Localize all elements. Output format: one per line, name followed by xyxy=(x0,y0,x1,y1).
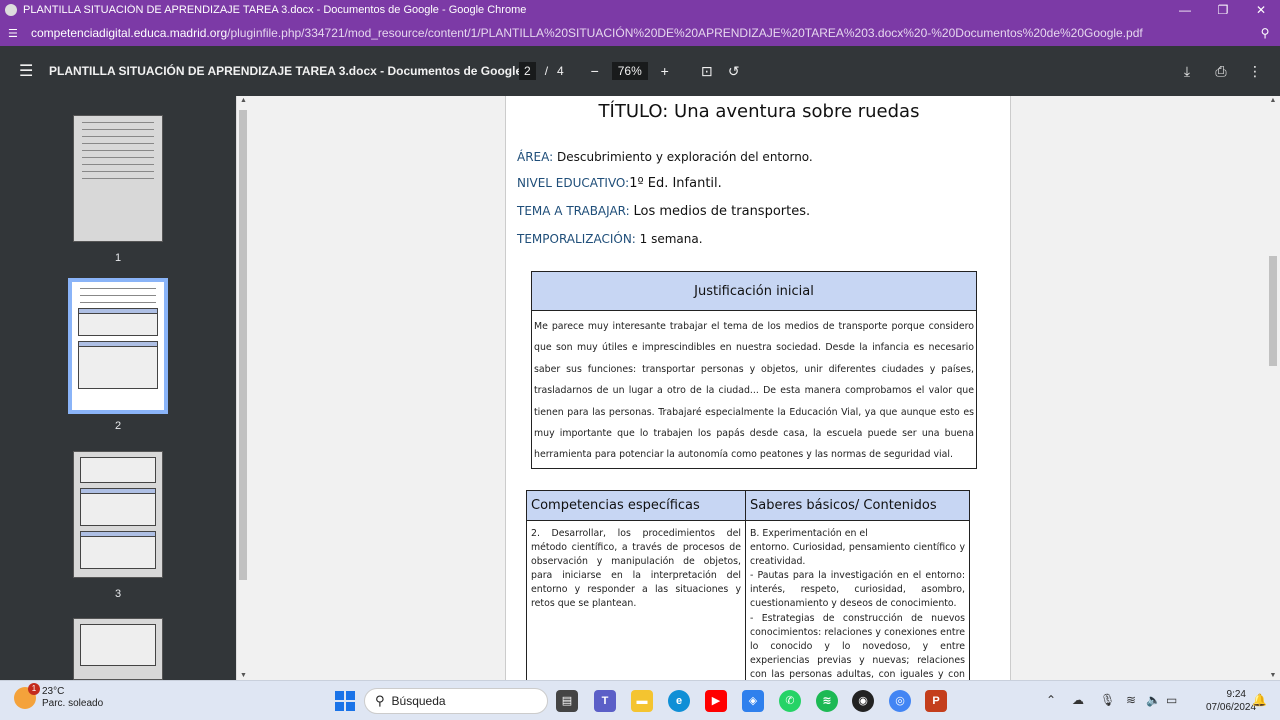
battery-icon[interactable]: ▭ xyxy=(1166,693,1177,707)
url-path: /pluginfile.php/334721/mod_resource/cont… xyxy=(227,26,1143,40)
onedrive-icon[interactable]: ☁ xyxy=(1072,693,1084,707)
thumbnail-label: 2 xyxy=(114,420,122,432)
contents-line: entorno. Curiosidad, pensamiento científ… xyxy=(750,542,965,568)
time: 9:24 xyxy=(1226,689,1246,700)
thumbnail-label: 1 xyxy=(114,252,122,264)
notification-bell-icon[interactable]: 🔔 xyxy=(1252,693,1267,707)
folder-icon[interactable]: ▬ xyxy=(631,690,653,712)
sidebar-scrollbar[interactable]: ▲ ▼ xyxy=(236,96,249,680)
address-bar[interactable]: ☰ competenciadigital.educa.madrid.org/pl… xyxy=(0,20,1280,46)
viewer-scrollbar[interactable]: ▲ ▼ xyxy=(1266,96,1280,680)
download-icon[interactable]: ⤓ xyxy=(1170,63,1204,80)
field-level: NIVEL EDUCATIVO:1º Ed. Infantil. xyxy=(517,176,722,191)
competency-text: 2. Desarrollar, los procedimientos del m… xyxy=(527,521,746,680)
taskbar: 1 23°C Parc. soleado ⚲ Búsqueda ▤ T ▬ e … xyxy=(0,680,1280,720)
pdf-viewer: TÍTULO: Una aventura sobre ruedas ÁREA: … xyxy=(249,96,1266,680)
weather-widget[interactable]: 1 23°C Parc. soleado xyxy=(14,683,104,710)
contents-line: B. Experimentación en el xyxy=(750,528,868,539)
total-pages: 4 xyxy=(557,64,564,78)
taskbar-search[interactable]: ⚲ Búsqueda xyxy=(364,688,548,714)
microphone-icon[interactable]: 🎙 xyxy=(1100,693,1115,707)
maximize-button[interactable]: ❐ xyxy=(1204,3,1242,17)
field-area: ÁREA: Descubrimiento y exploración del e… xyxy=(517,150,813,164)
fit-page-icon[interactable]: ⊡ xyxy=(690,63,724,80)
temperature: 23°C xyxy=(42,686,65,697)
zoom-in-icon[interactable]: + xyxy=(648,63,682,79)
teams-icon[interactable]: T xyxy=(594,690,616,712)
wifi-icon[interactable]: ≋ xyxy=(1126,693,1136,707)
search-icon: ⚲ xyxy=(375,693,385,708)
url-host: competenciadigital.educa.madrid.org xyxy=(31,26,228,40)
search-placeholder: Búsqueda xyxy=(391,694,446,708)
thumbnail-page-3[interactable] xyxy=(73,451,163,578)
thumbnail-page-1[interactable] xyxy=(73,115,163,242)
weather-icon: 1 xyxy=(14,683,40,709)
more-icon[interactable]: ⋮ xyxy=(1238,63,1272,80)
pdf-toolbar: ☰ PLANTILLA SITUACIÓN DE APRENDIZAJE TAR… xyxy=(0,46,1280,96)
sidebar-scroll-thumb[interactable] xyxy=(239,110,247,580)
defender-icon[interactable]: ◈ xyxy=(742,690,764,712)
whatsapp-icon[interactable]: ✆ xyxy=(779,690,801,712)
field-timing: TEMPORALIZACIÓN: 1 semana. xyxy=(517,232,703,246)
zoom-out-icon[interactable]: − xyxy=(578,63,612,79)
weather-badge: 1 xyxy=(28,683,40,695)
spotify-icon[interactable]: ≋ xyxy=(816,690,838,712)
date: 07/06/2024 xyxy=(1206,702,1257,713)
competencies-table: Competencias específicas Saberes básicos… xyxy=(526,490,970,680)
chrome-icon[interactable]: ◎ xyxy=(889,690,911,712)
zoom-input[interactable]: 76% xyxy=(611,62,648,80)
site-info-icon[interactable]: ☰ xyxy=(8,27,22,40)
thumbnail-label: 3 xyxy=(114,588,122,600)
minimize-button[interactable]: — xyxy=(1166,3,1204,17)
obs-icon[interactable]: ◉ xyxy=(852,690,874,712)
contents-line: - Pautas para la investigación en el ent… xyxy=(750,570,965,610)
table-row: 2. Desarrollar, los procedimientos del m… xyxy=(527,521,969,680)
chevron-up-icon[interactable]: ⌃ xyxy=(1046,693,1056,707)
scroll-up-icon[interactable]: ▲ xyxy=(1266,97,1280,104)
pdf-page: TÍTULO: Una aventura sobre ruedas ÁREA: … xyxy=(505,96,1011,680)
edge-icon[interactable]: e xyxy=(668,690,690,712)
window-titlebar: PLANTILLA SITUACIÓN DE APRENDIZAJE TAREA… xyxy=(0,0,1280,20)
file-explorer-icon[interactable]: ▤ xyxy=(556,690,578,712)
close-button[interactable]: ✕ xyxy=(1242,3,1280,17)
rotate-icon[interactable]: ↺ xyxy=(724,63,744,80)
youtube-icon[interactable]: ▶ xyxy=(705,690,727,712)
page-number-input[interactable]: 2 xyxy=(519,62,536,80)
clock[interactable]: 9:24 07/06/2024 xyxy=(1206,688,1257,714)
weather-description: Parc. soleado xyxy=(42,698,104,709)
field-topic: TEMA A TRABAJAR: Los medios de transport… xyxy=(517,204,811,219)
start-icon[interactable] xyxy=(335,691,355,711)
thumbnail-page-2[interactable] xyxy=(68,278,168,414)
page-separator: / xyxy=(544,64,549,78)
powerpoint-icon[interactable]: P xyxy=(925,690,947,712)
contents-line: - Estrategias de construcción de nuevos … xyxy=(750,612,965,680)
table-header-row: Competencias específicas Saberes básicos… xyxy=(527,491,969,521)
thumbnail-page-4[interactable] xyxy=(73,618,163,680)
thumbnail-sidebar: 1 2 3 xyxy=(0,96,236,680)
chrome-favicon-icon xyxy=(5,4,17,16)
zoom-icon[interactable]: ⚲ xyxy=(1250,26,1280,40)
print-icon[interactable]: ⎙ xyxy=(1204,63,1238,80)
scroll-down-icon[interactable]: ▼ xyxy=(1266,672,1280,679)
volume-icon[interactable]: 🔈 xyxy=(1146,693,1161,707)
page-title: TÍTULO: Una aventura sobre ruedas xyxy=(598,101,920,122)
justification-table: Justificación inicial Me parece muy inte… xyxy=(531,271,977,469)
competencies-header: Competencias específicas xyxy=(527,491,746,520)
contents-header: Saberes básicos/ Contenidos xyxy=(750,498,937,513)
document-title: PLANTILLA SITUACIÓN DE APRENDIZAJE TAREA… xyxy=(49,64,523,78)
viewer-scroll-thumb[interactable] xyxy=(1269,256,1277,366)
url-text[interactable]: competenciadigital.educa.madrid.org/plug… xyxy=(31,26,1250,40)
contents-cell: B. Experimentación en el entorno. Curios… xyxy=(746,521,969,680)
window-title: PLANTILLA SITUACIÓN DE APRENDIZAJE TAREA… xyxy=(23,4,527,16)
justification-text: Me parece muy interesante trabajar el te… xyxy=(534,321,974,461)
justification-heading: Justificación inicial xyxy=(532,272,976,311)
menu-icon[interactable]: ☰ xyxy=(19,61,37,81)
